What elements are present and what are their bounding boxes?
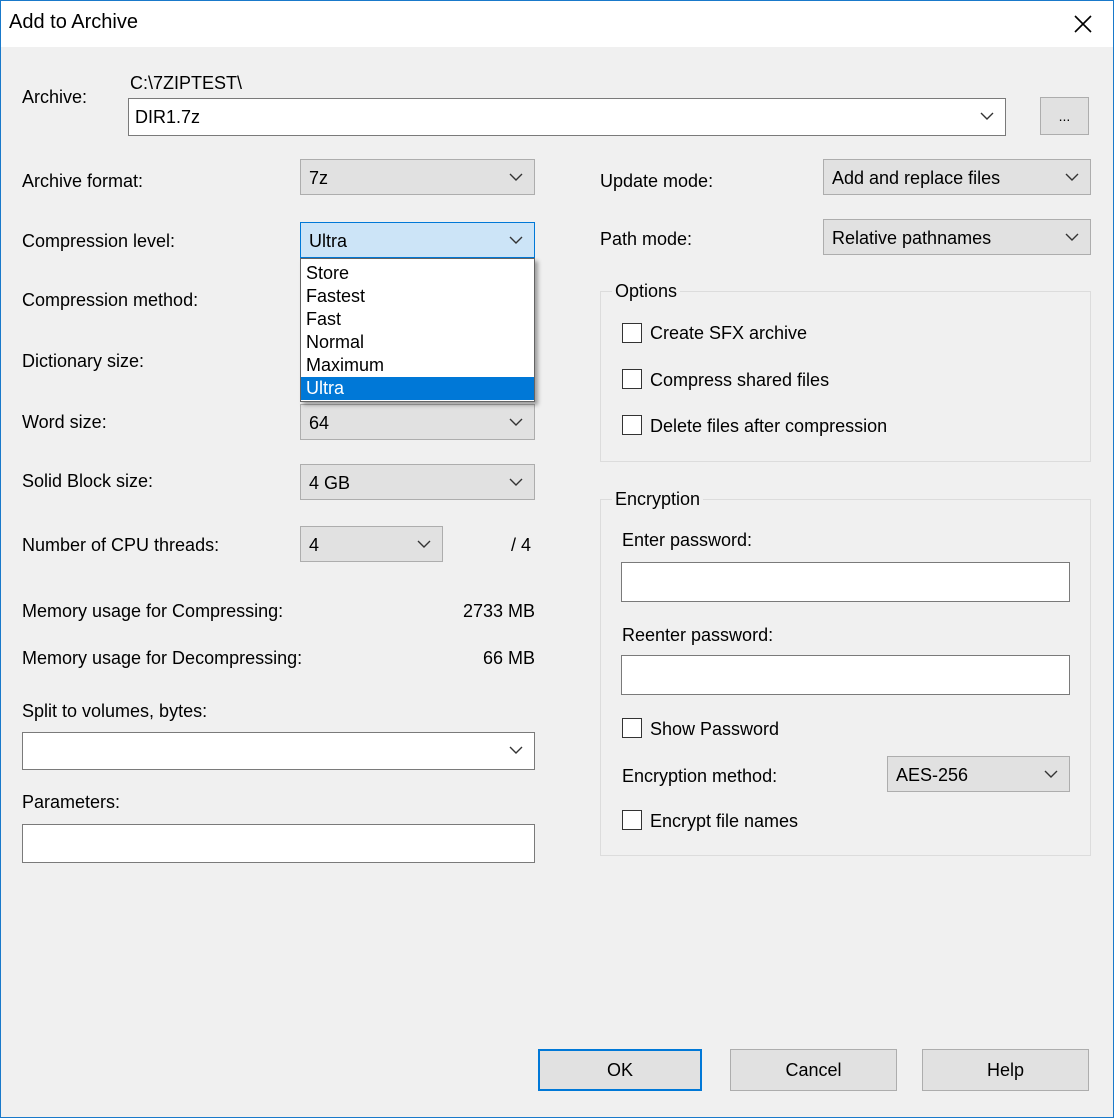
word-size-value: 64 xyxy=(309,413,330,433)
update-mode-select[interactable]: Add and replace files xyxy=(823,159,1091,195)
solid-block-value: 4 GB xyxy=(309,473,351,493)
archive-label: Archive: xyxy=(22,87,88,107)
chevron-down-icon xyxy=(509,418,523,426)
compress-shared-label: Compress shared files xyxy=(650,370,830,390)
encryption-method-select[interactable]: AES-256 xyxy=(887,756,1070,792)
parameters-input[interactable] xyxy=(22,824,535,863)
chevron-down-icon xyxy=(1065,173,1079,181)
mem-compress-value: 2733 MB xyxy=(462,601,535,621)
dropdown-option[interactable]: Store xyxy=(301,262,534,285)
cpu-threads-value: 4 xyxy=(309,535,320,555)
delete-files-label: Delete files after compression xyxy=(650,416,888,436)
close-icon xyxy=(1074,15,1092,33)
word-size-label: Word size: xyxy=(22,412,107,432)
ok-button[interactable]: OK xyxy=(538,1049,702,1091)
reenter-password-label: Reenter password: xyxy=(622,625,774,645)
archive-filename: DIR1.7z xyxy=(135,107,201,127)
browse-label: ... xyxy=(1058,108,1071,124)
dropdown-option[interactable]: Fastest xyxy=(301,285,534,308)
encrypt-names-checkbox[interactable] xyxy=(622,810,642,830)
update-mode-value: Add and replace files xyxy=(832,168,1001,188)
reenter-password-input[interactable] xyxy=(621,655,1070,695)
word-size-select[interactable]: 64 xyxy=(300,404,535,440)
parameters-label: Parameters: xyxy=(22,792,121,812)
split-label: Split to volumes, bytes: xyxy=(22,701,208,721)
create-sfx-label: Create SFX archive xyxy=(650,323,808,343)
encryption-method-value: AES-256 xyxy=(896,765,969,785)
dropdown-option[interactable]: Fast xyxy=(301,308,534,331)
solid-block-select[interactable]: 4 GB xyxy=(300,464,535,500)
chevron-down-icon xyxy=(509,746,523,754)
cpu-threads-label: Number of CPU threads: xyxy=(22,535,220,555)
help-button[interactable]: Help xyxy=(922,1049,1089,1091)
path-mode-select[interactable]: Relative pathnames xyxy=(823,219,1091,255)
cpu-threads-max: / 4 xyxy=(511,535,532,555)
compression-level-select[interactable]: Ultra xyxy=(300,222,535,258)
compression-method-label: Compression method: xyxy=(22,290,199,310)
help-label: Help xyxy=(986,1059,1025,1080)
ok-label: OK xyxy=(606,1059,633,1080)
path-mode-value: Relative pathnames xyxy=(832,228,992,248)
show-password-label: Show Password xyxy=(650,719,780,739)
chevron-down-icon xyxy=(509,236,523,244)
enter-password-label: Enter password: xyxy=(622,530,753,550)
close-button[interactable] xyxy=(1053,1,1113,47)
cancel-label: Cancel xyxy=(785,1059,842,1080)
mem-decompress-value: 66 MB xyxy=(482,648,535,668)
enter-password-input[interactable] xyxy=(621,562,1070,602)
path-mode-label: Path mode: xyxy=(600,229,693,249)
solid-block-label: Solid Block size: xyxy=(22,471,154,491)
compression-level-dropdown: Store Fastest Fast Normal Maximum Ultra xyxy=(300,258,535,402)
browse-button[interactable]: ... xyxy=(1040,97,1089,135)
mem-decompress-label: Memory usage for Decompressing: xyxy=(22,648,303,668)
title-bar: Add to Archive xyxy=(1,1,1113,47)
dropdown-option[interactable]: Maximum xyxy=(301,354,534,377)
compression-level-value: Ultra xyxy=(309,231,348,251)
window-title: Add to Archive xyxy=(9,11,138,33)
options-group-title: Options xyxy=(612,281,681,302)
dialog-window: Add to Archive Archive: C:\7ZIPTEST\ DIR… xyxy=(0,0,1114,1118)
chevron-down-icon xyxy=(1065,233,1079,241)
archive-format-value: 7z xyxy=(309,168,329,188)
chevron-down-icon xyxy=(417,540,431,548)
chevron-down-icon xyxy=(509,478,523,486)
chevron-down-icon xyxy=(980,112,994,120)
create-sfx-checkbox[interactable] xyxy=(622,323,642,343)
mem-compress-label: Memory usage for Compressing: xyxy=(22,601,284,621)
encryption-group-title: Encryption xyxy=(612,489,704,510)
archive-filename-combo[interactable]: DIR1.7z xyxy=(128,98,1006,136)
archive-path: C:\7ZIPTEST\ xyxy=(130,73,243,93)
compress-shared-checkbox[interactable] xyxy=(622,369,642,389)
cpu-threads-select[interactable]: 4 xyxy=(300,526,443,562)
dropdown-option[interactable]: Normal xyxy=(301,331,534,354)
compression-level-label: Compression level: xyxy=(22,231,176,251)
encryption-method-label: Encryption method: xyxy=(622,766,778,786)
archive-format-label: Archive format: xyxy=(22,171,144,191)
archive-format-select[interactable]: 7z xyxy=(300,159,535,195)
chevron-down-icon xyxy=(1044,770,1058,778)
split-volumes-combo[interactable] xyxy=(22,732,535,770)
dictionary-size-label: Dictionary size: xyxy=(22,351,145,371)
dropdown-option-selected[interactable]: Ultra xyxy=(301,377,534,400)
update-mode-label: Update mode: xyxy=(600,171,714,191)
delete-files-checkbox[interactable] xyxy=(622,415,642,435)
show-password-checkbox[interactable] xyxy=(622,718,642,738)
chevron-down-icon xyxy=(509,173,523,181)
cancel-button[interactable]: Cancel xyxy=(730,1049,897,1091)
encrypt-names-label: Encrypt file names xyxy=(650,811,799,831)
